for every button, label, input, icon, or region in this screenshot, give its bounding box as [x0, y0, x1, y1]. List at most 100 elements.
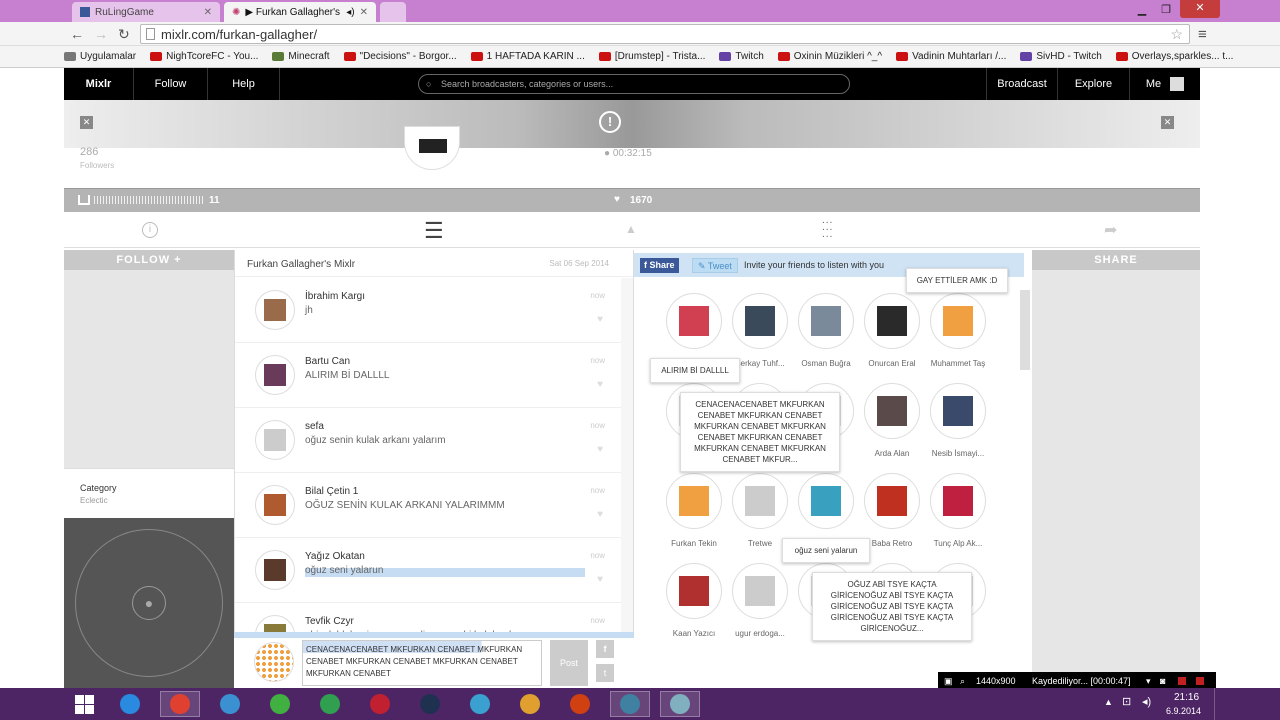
- volume-icon[interactable]: ◂): [1142, 695, 1151, 708]
- reload-icon[interactable]: ↻: [118, 26, 130, 43]
- windows-start-icon[interactable]: [64, 691, 104, 717]
- close-tab-icon[interactable]: ✕: [204, 7, 212, 18]
- nav-broadcast[interactable]: Broadcast: [986, 68, 1058, 100]
- facebook-share-icon[interactable]: f: [596, 640, 614, 658]
- listener-avatar[interactable]: [864, 473, 920, 529]
- listener-avatar[interactable]: [666, 563, 722, 619]
- nav-follow[interactable]: Follow: [134, 68, 208, 100]
- share-side-button[interactable]: SHARE: [1032, 250, 1200, 270]
- address-bar[interactable]: mixlr.com/furkan-gallagher/ ☆: [140, 24, 1190, 44]
- listeners-scrollbar[interactable]: [1020, 290, 1030, 370]
- notes-app-icon[interactable]: [660, 691, 700, 717]
- chat-input[interactable]: CENACENACENABET MKFURKAN CENABET MKFURKA…: [302, 640, 542, 686]
- up-arrow-icon[interactable]: ▲: [625, 222, 637, 236]
- bookmark-item[interactable]: [Drumstep] - Trista...: [598, 51, 705, 62]
- twitter-share-icon[interactable]: t: [596, 664, 614, 682]
- forward-icon[interactable]: →: [94, 26, 108, 42]
- new-tab-button[interactable]: [380, 2, 406, 22]
- bookmark-item[interactable]: Overlays,sparkles... t...: [1115, 51, 1233, 62]
- nav-help[interactable]: Help: [208, 68, 280, 100]
- avatar[interactable]: [255, 485, 295, 525]
- message-author[interactable]: sefa: [305, 421, 324, 432]
- stop-icon[interactable]: [1178, 677, 1186, 685]
- record-icon[interactable]: [1196, 677, 1204, 685]
- star-icon[interactable]: ☆: [1170, 26, 1183, 43]
- listener-avatar[interactable]: [864, 383, 920, 439]
- listener-avatar[interactable]: [864, 293, 920, 349]
- chat-list-icon[interactable]: ☰: [424, 218, 444, 244]
- listener-name[interactable]: Muhammet Taş: [918, 359, 998, 368]
- bookmark-item[interactable]: Uygulamalar: [64, 51, 136, 62]
- bookmark-item[interactable]: "Decisions" - Borgor...: [343, 51, 457, 62]
- search-input[interactable]: ○ Search broadcasters, categories or use…: [418, 74, 850, 94]
- close-icon[interactable]: ✕: [1161, 116, 1174, 129]
- network-icon[interactable]: ⊡: [1122, 695, 1131, 708]
- listener-name[interactable]: Tunç Alp Ak...: [918, 539, 998, 548]
- tab-rulinggame[interactable]: RuLingGame ✕: [72, 2, 220, 22]
- message-author[interactable]: İbrahim Kargı: [305, 291, 365, 302]
- close-window-icon[interactable]: ✕: [1180, 0, 1220, 18]
- clock-time[interactable]: 21:16: [1174, 692, 1199, 703]
- puzzle-app-icon[interactable]: [510, 691, 550, 717]
- listener-name[interactable]: Nesib İsmayi...: [918, 449, 998, 458]
- mixlr-logo[interactable]: Mixlr: [64, 68, 134, 100]
- bookmark-item[interactable]: 1 HAFTADA KARIN ...: [470, 51, 585, 62]
- heart-icon[interactable]: ♥: [597, 314, 603, 325]
- bookmark-item[interactable]: NighTcoreFC - You...: [150, 51, 258, 62]
- message-author[interactable]: Bartu Can: [305, 356, 350, 367]
- heart-icon[interactable]: ♥: [597, 379, 603, 390]
- bookmark-item[interactable]: Twitch: [719, 51, 764, 62]
- heart-icon[interactable]: ♥: [597, 574, 603, 585]
- listener-avatar[interactable]: [930, 473, 986, 529]
- listener-avatar[interactable]: [798, 293, 854, 349]
- game-icon[interactable]: [360, 691, 400, 717]
- follow-side-button[interactable]: FOLLOW +: [64, 250, 234, 270]
- maximize-icon[interactable]: ❐: [1154, 2, 1178, 18]
- nav-explore[interactable]: Explore: [1058, 68, 1130, 100]
- back-icon[interactable]: ←: [70, 26, 84, 42]
- bookmark-item[interactable]: Vadinin Muhtarları /...: [896, 51, 1006, 62]
- tweet-button[interactable]: ✎ Tweet: [692, 258, 738, 273]
- listener-avatar[interactable]: [666, 473, 722, 529]
- dark-app-icon[interactable]: [410, 691, 450, 717]
- grid-icon[interactable]: ∙∙∙ ∙∙∙ ∙∙∙: [822, 218, 833, 242]
- show-desktop-button[interactable]: [1214, 688, 1222, 720]
- listener-avatar[interactable]: [930, 293, 986, 349]
- post-button[interactable]: Post: [550, 640, 588, 686]
- listener-avatar[interactable]: [798, 473, 854, 529]
- avatar[interactable]: [255, 420, 295, 460]
- listener-avatar[interactable]: [732, 563, 788, 619]
- listener-avatar[interactable]: [930, 383, 986, 439]
- listener-avatar[interactable]: [666, 293, 722, 349]
- chat-scrollbar[interactable]: [621, 278, 633, 638]
- close-icon[interactable]: ✕: [80, 116, 93, 129]
- minimize-icon[interactable]: ▁: [1130, 2, 1154, 18]
- clock-date[interactable]: 6.9.2014: [1166, 706, 1201, 716]
- globe-app-icon[interactable]: [460, 691, 500, 717]
- listener-avatar[interactable]: [732, 293, 788, 349]
- ie-icon[interactable]: [110, 691, 150, 717]
- ccleaner-icon[interactable]: [210, 691, 250, 717]
- bookmark-item[interactable]: Minecraft: [272, 51, 330, 62]
- heart-icon[interactable]: ♥: [597, 444, 603, 455]
- close-tab-icon[interactable]: ✕: [360, 7, 368, 18]
- avatar[interactable]: [255, 290, 295, 330]
- listener-avatar[interactable]: [732, 473, 788, 529]
- tab-mixlr[interactable]: ✺ ▶ Furkan Gallagher's M ◂) ✕: [224, 2, 376, 22]
- message-author[interactable]: Tevfik Czyr: [305, 616, 354, 627]
- heart-icon[interactable]: ♥: [597, 509, 603, 520]
- nav-me[interactable]: Me: [1130, 68, 1200, 100]
- bookmark-item[interactable]: Oxinin Müzikleri ^_^: [777, 51, 882, 62]
- avatar[interactable]: [255, 355, 295, 395]
- utorrent-icon[interactable]: [260, 691, 300, 717]
- media-app-icon[interactable]: [610, 691, 650, 717]
- menu-icon[interactable]: ≡: [1198, 26, 1207, 43]
- share-icon[interactable]: ➦: [1104, 220, 1117, 240]
- illustrator-icon[interactable]: [560, 691, 600, 717]
- message-author[interactable]: Yağız Okatan: [305, 551, 365, 562]
- green-app-icon[interactable]: [310, 691, 350, 717]
- chrome-icon[interactable]: [160, 691, 200, 717]
- facebook-share-button[interactable]: f Share: [640, 258, 679, 273]
- message-author[interactable]: Bilal Çetin 1: [305, 486, 358, 497]
- bookmark-item[interactable]: SivHD - Twitch: [1020, 51, 1102, 62]
